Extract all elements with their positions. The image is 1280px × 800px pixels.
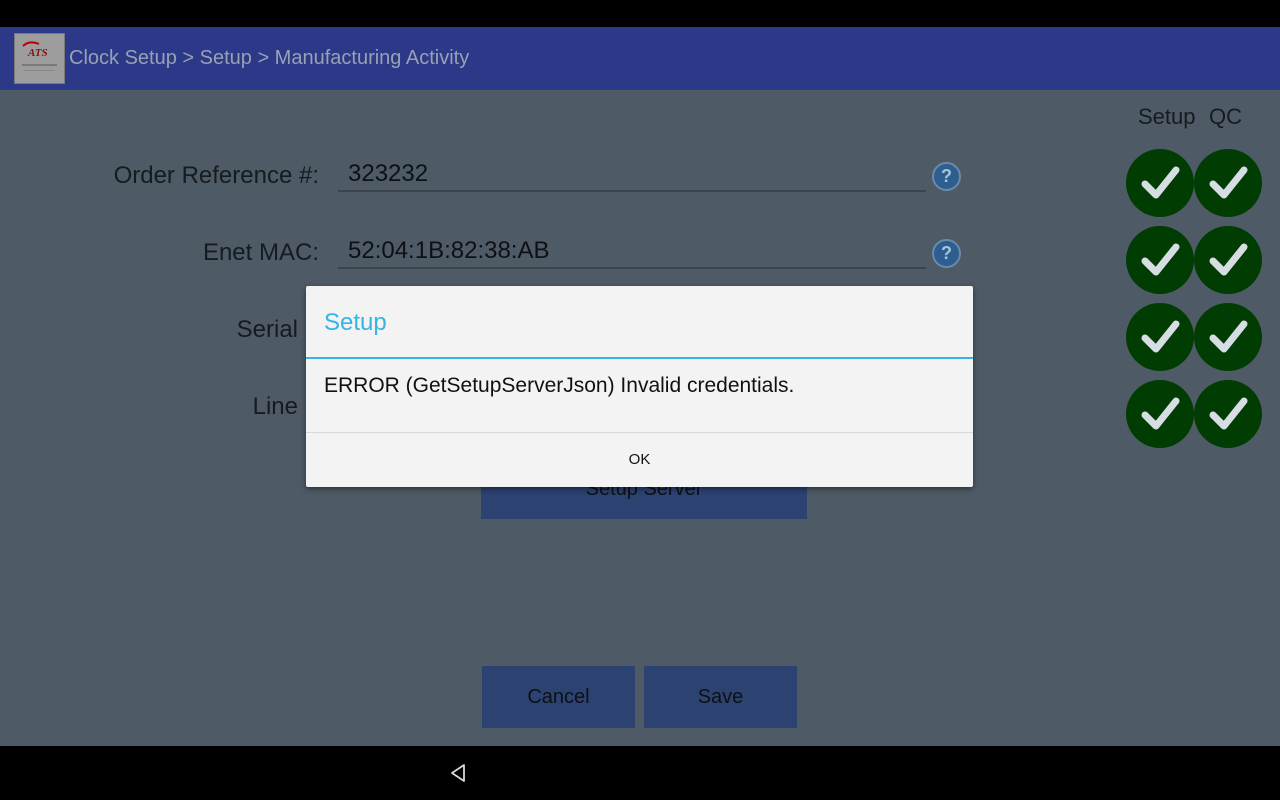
order-reference-label: Order Reference #: — [113, 162, 319, 189]
qc-check-2 — [1194, 226, 1262, 294]
check-icon — [1209, 243, 1248, 276]
enet-mac-input[interactable]: 52:04:1B:82:38:AB — [338, 237, 926, 269]
check-icon — [1209, 320, 1248, 353]
check-icon — [1209, 166, 1248, 199]
qc-check-3 — [1194, 303, 1262, 371]
dialog-title-divider — [306, 357, 973, 359]
error-dialog: Setup ERROR (GetSetupServerJson) Invalid… — [306, 286, 973, 487]
qc-column-header: QC — [1209, 104, 1242, 129]
line-label: Line — [252, 393, 298, 420]
qc-check-1 — [1194, 149, 1262, 217]
setup-check-3 — [1126, 303, 1194, 371]
order-reference-input[interactable]: 323232 — [338, 160, 926, 192]
app-bar: ATS Clock Setup > Setup > Manufacturing … — [0, 27, 1280, 90]
cancel-button[interactable]: Cancel — [482, 666, 635, 728]
check-icon — [1141, 320, 1180, 353]
logo-text: ATS — [27, 47, 48, 59]
dialog-title: Setup — [324, 309, 387, 336]
back-triangle-icon[interactable] — [448, 763, 468, 783]
check-icon — [1141, 166, 1180, 199]
setup-column-header: Setup — [1138, 104, 1196, 129]
check-icon — [1209, 397, 1248, 430]
status-bar — [0, 0, 1280, 27]
setup-check-2 — [1126, 226, 1194, 294]
setup-check-1 — [1126, 149, 1194, 217]
check-icon — [1141, 397, 1180, 430]
serial-label: Serial — [236, 316, 298, 343]
app-logo: ATS — [14, 33, 65, 84]
setup-check-4 — [1126, 380, 1194, 448]
breadcrumb: Clock Setup > Setup > Manufacturing Acti… — [69, 47, 470, 69]
save-button[interactable]: Save — [644, 666, 797, 728]
qc-check-4 — [1194, 380, 1262, 448]
ok-button[interactable]: OK — [306, 433, 973, 487]
check-icon — [1141, 243, 1180, 276]
enet-mac-help-icon[interactable]: ? — [932, 239, 961, 268]
navigation-bar — [0, 746, 1280, 800]
enet-mac-label: Enet MAC: — [202, 239, 319, 266]
order-reference-help-icon[interactable]: ? — [932, 162, 961, 191]
dialog-message: ERROR (GetSetupServerJson) Invalid crede… — [324, 374, 795, 397]
